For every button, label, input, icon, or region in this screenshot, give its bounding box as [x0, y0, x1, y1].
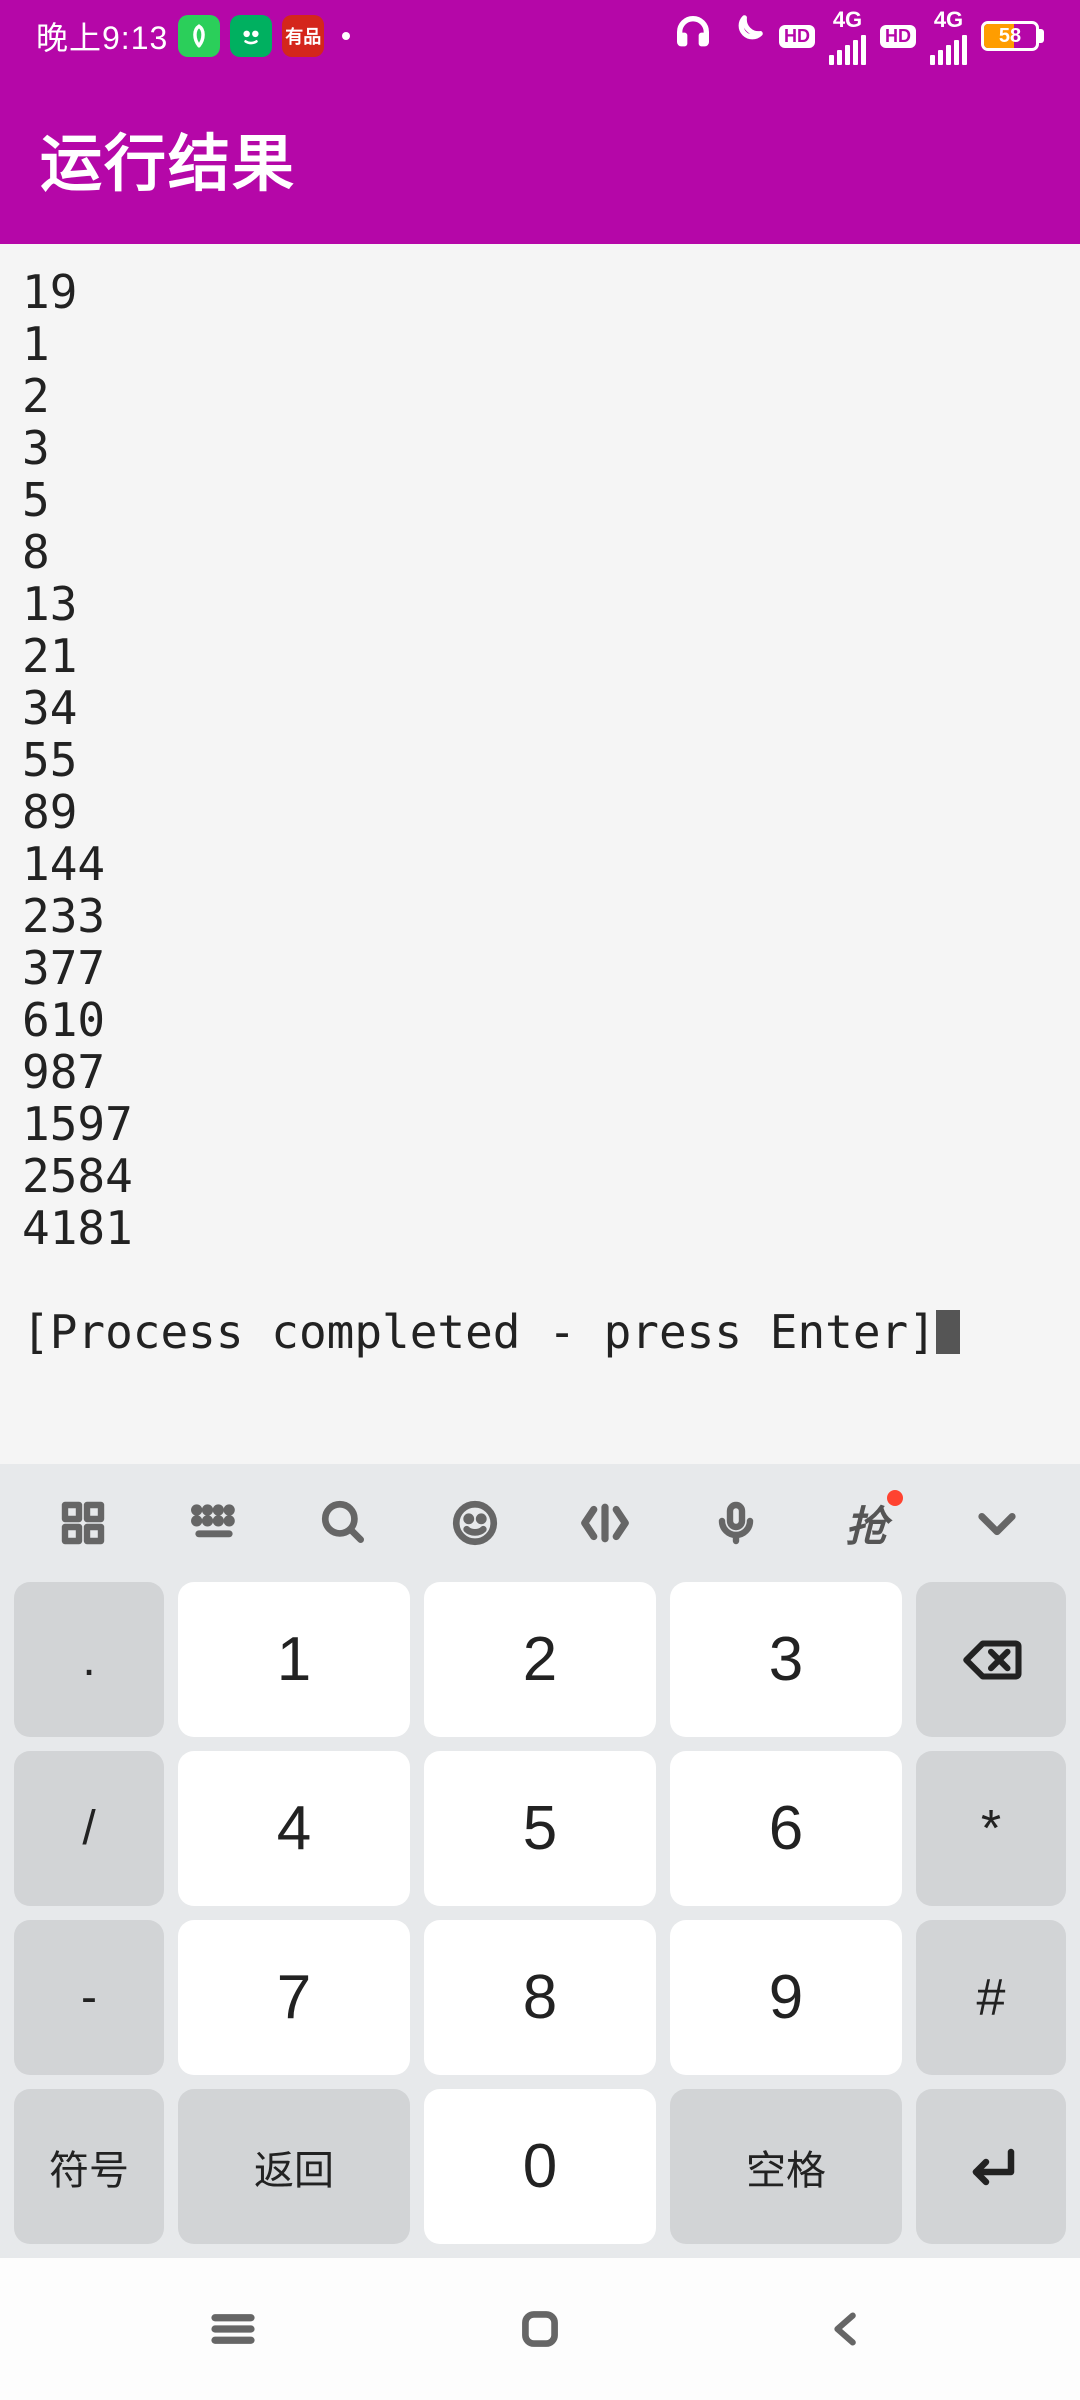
- status-bar-left: 晚上9:13 有品: [36, 13, 358, 59]
- key-9[interactable]: 9: [670, 1920, 902, 2075]
- keyboard-grid: . / + 1 2 3 4 5 6 7 8 9 * # 符号 返回 0 空格 +…: [0, 1582, 1080, 2244]
- key-minus[interactable]: -: [14, 1920, 164, 2075]
- layout-grid-icon[interactable]: [42, 1482, 124, 1564]
- time-label: 晚上9:13: [36, 13, 168, 59]
- emoji-icon[interactable]: [434, 1482, 516, 1564]
- nav-recents-icon[interactable]: [173, 2294, 293, 2364]
- search-icon[interactable]: [303, 1482, 385, 1564]
- key-8[interactable]: 8: [424, 1920, 656, 2075]
- notification-dot-icon: [887, 1490, 903, 1506]
- keyboard-layout-icon[interactable]: [173, 1482, 255, 1564]
- key-3[interactable]: 3: [670, 1582, 902, 1737]
- app-chip-1-icon: [178, 15, 220, 57]
- key-5[interactable]: 5: [424, 1751, 656, 1906]
- status-bar-right: HD 4G HD 4G 58: [673, 7, 1044, 65]
- terminal-lines: 19 1 2 3 5 8 13 21 34 55 89 144 233 377 …: [22, 265, 133, 1255]
- signal-bars-1-icon: [829, 35, 866, 65]
- battery-percent: 58: [999, 25, 1021, 48]
- nav-home-icon[interactable]: [480, 2294, 600, 2364]
- key-back[interactable]: 返回: [178, 2089, 410, 2244]
- terminal-footer: [Process completed - press Enter]: [22, 1305, 936, 1359]
- collapse-keyboard-icon[interactable]: [956, 1482, 1038, 1564]
- hd-badge-1: HD: [779, 25, 815, 48]
- key-7[interactable]: 7: [178, 1920, 410, 2075]
- sim2-block: 4G: [930, 7, 967, 65]
- more-dot-icon: [342, 32, 350, 40]
- terminal-output[interactable]: 19 1 2 3 5 8 13 21 34 55 89 144 233 377 …: [0, 244, 1080, 1464]
- net4g-1: 4G: [833, 7, 862, 33]
- key-symbols[interactable]: 符号: [14, 2089, 164, 2244]
- nav-back-icon[interactable]: [787, 2294, 907, 2364]
- battery-icon: 58: [981, 21, 1044, 51]
- sim1-block: 4G: [829, 7, 866, 65]
- cursor-select-icon[interactable]: [564, 1482, 646, 1564]
- net4g-2: 4G: [934, 7, 963, 33]
- key-2[interactable]: 2: [424, 1582, 656, 1737]
- key-enter[interactable]: [916, 2089, 1066, 2244]
- key-hash[interactable]: #: [916, 1920, 1066, 2075]
- key-period[interactable]: .: [14, 1582, 164, 1737]
- hd-badge-2: HD: [880, 25, 916, 48]
- key-6[interactable]: 6: [670, 1751, 902, 1906]
- key-slash[interactable]: /: [14, 1751, 164, 1906]
- cursor-icon: [936, 1310, 960, 1354]
- page-title: 运行结果: [40, 113, 296, 203]
- key-1[interactable]: 1: [178, 1582, 410, 1737]
- key-space[interactable]: 空格: [670, 2089, 902, 2244]
- grab-button[interactable]: 抢: [825, 1482, 907, 1564]
- key-star[interactable]: *: [916, 1751, 1066, 1906]
- headset-icon: [673, 12, 713, 60]
- app-chip-3-icon: 有品: [282, 15, 324, 57]
- key-0[interactable]: 0: [424, 2089, 656, 2244]
- key-4[interactable]: 4: [178, 1751, 410, 1906]
- side-left-split: +-: [14, 1920, 164, 2075]
- status-bar: 晚上9:13 有品 HD 4G HD 4G 58: [0, 0, 1080, 72]
- app-header: 运行结果: [0, 72, 1080, 244]
- system-nav-bar: [0, 2258, 1080, 2400]
- signal-bars-2-icon: [930, 35, 967, 65]
- moon-icon: [727, 13, 765, 59]
- key-backspace[interactable]: [916, 1582, 1066, 1737]
- keyboard-toolbar: 抢: [0, 1464, 1080, 1582]
- app-chip-2-icon: [230, 15, 272, 57]
- microphone-icon[interactable]: [695, 1482, 777, 1564]
